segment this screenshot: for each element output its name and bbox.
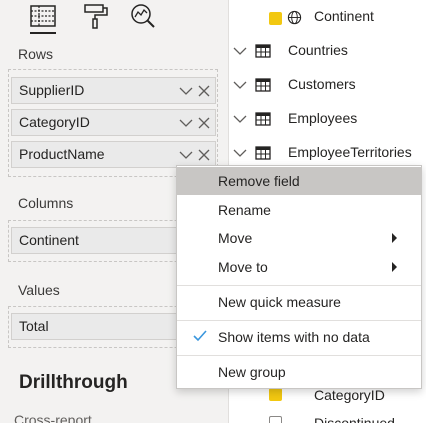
menu-item-label: Move: [218, 230, 253, 246]
field-label: CategoryID: [19, 114, 90, 130]
close-icon[interactable]: [197, 116, 211, 130]
chevron-down-icon[interactable]: [233, 44, 247, 58]
field-item-continent[interactable]: Continent: [229, 1, 426, 35]
field-label: Discontinued: [314, 415, 395, 423]
table-label: EmployeeTerritories: [288, 144, 412, 160]
menu-separator: [177, 285, 421, 286]
table-label: Employees: [288, 110, 358, 126]
checkbox-unchecked[interactable]: [269, 416, 282, 423]
cross-report-label: Cross-report: [14, 412, 92, 423]
globe-icon: [287, 10, 302, 25]
menu-item-remove-field[interactable]: Remove field: [177, 167, 421, 195]
analytics-magnifier-icon[interactable]: [128, 2, 156, 32]
paint-roller-icon[interactable]: [82, 2, 110, 32]
menu-item-new-quick-measure[interactable]: New quick measure: [177, 288, 421, 316]
table-icon: [255, 44, 271, 58]
field-label: SupplierID: [19, 82, 85, 98]
checkbox-checked[interactable]: [269, 388, 282, 401]
field-item-discontinued[interactable]: Discontinued: [229, 410, 426, 423]
checkmark-icon: [193, 330, 207, 342]
close-icon[interactable]: [197, 148, 211, 162]
field-label: CategoryID: [314, 387, 385, 403]
menu-separator: [177, 320, 421, 321]
menu-item-label: New group: [218, 364, 286, 380]
table-icon: [255, 146, 271, 160]
table-icon: [255, 112, 271, 126]
chevron-down-icon[interactable]: [179, 116, 193, 130]
menu-item-label: Show items with no data: [218, 329, 370, 345]
rows-label: Rows: [18, 46, 54, 62]
chevron-down-icon[interactable]: [233, 78, 247, 92]
menu-item-rename[interactable]: Rename: [177, 196, 421, 224]
field-label: ProductName: [19, 146, 105, 162]
values-label: Values: [18, 282, 60, 298]
menu-item-move-to[interactable]: Move to: [177, 253, 421, 281]
field-label: Continent: [314, 8, 374, 24]
drillthrough-title: Drillthrough: [19, 372, 128, 393]
submenu-arrow-icon: [392, 262, 397, 272]
table-icon: [255, 78, 271, 92]
close-icon[interactable]: [197, 84, 211, 98]
rows-field-categoryid[interactable]: CategoryID: [11, 109, 216, 136]
chevron-down-icon[interactable]: [233, 112, 247, 126]
menu-item-label: Rename: [218, 202, 271, 218]
table-visual-icon[interactable]: [29, 2, 57, 32]
menu-item-move[interactable]: Move: [177, 224, 421, 252]
table-item-customers[interactable]: Customers: [229, 69, 426, 103]
field-label: Continent: [19, 232, 79, 248]
rows-field-productname[interactable]: ProductName: [11, 141, 216, 168]
rows-field-supplierid[interactable]: SupplierID: [11, 77, 216, 104]
menu-item-new-group[interactable]: New group: [177, 358, 421, 386]
menu-item-label: Move to: [218, 259, 268, 275]
menu-item-show-items-no-data[interactable]: Show items with no data: [177, 323, 421, 351]
table-item-employees[interactable]: Employees: [229, 103, 426, 137]
table-label: Countries: [288, 42, 348, 58]
table-label: Customers: [288, 76, 356, 92]
checkbox-checked[interactable]: [269, 12, 282, 25]
context-menu: Remove field Rename Move Move to New qui…: [176, 165, 422, 389]
chevron-down-icon[interactable]: [233, 146, 247, 160]
menu-item-label: Remove field: [218, 173, 300, 189]
columns-label: Columns: [18, 195, 74, 211]
field-label: Total: [19, 318, 49, 334]
active-tab-underline: [30, 32, 56, 34]
menu-item-label: New quick measure: [218, 294, 341, 310]
submenu-arrow-icon: [392, 233, 397, 243]
menu-separator: [177, 355, 421, 356]
chevron-down-icon[interactable]: [179, 148, 193, 162]
chevron-down-icon[interactable]: [179, 84, 193, 98]
table-item-countries[interactable]: Countries: [229, 35, 426, 69]
